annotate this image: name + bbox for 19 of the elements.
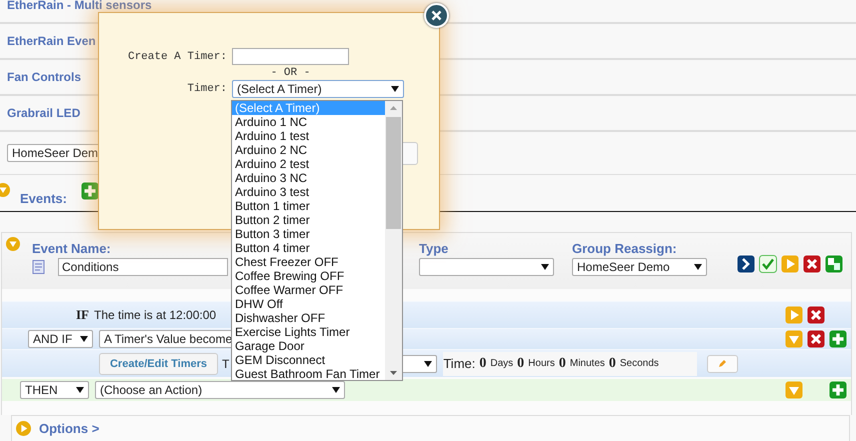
time-value: 0 — [608, 356, 616, 372]
field-label: Create A Timer: — [126, 50, 227, 62]
timer-label: T — [222, 356, 230, 370]
field-label: Event Name: — [32, 241, 112, 256]
time-unit: Days — [490, 358, 514, 369]
field-label: Type — [419, 241, 450, 256]
time-value: 0 — [558, 356, 566, 372]
field-label: Timer: — [186, 83, 227, 95]
trigger-text: The time is at 12:00:00 — [94, 308, 216, 322]
separator-text: - OR - — [270, 67, 312, 79]
time-unit: Minutes — [570, 358, 605, 369]
time-unit: Seconds — [620, 358, 659, 369]
if-keyword: IF — [76, 307, 89, 323]
time-label: Time: — [443, 356, 476, 371]
time-value: 0 — [517, 356, 524, 372]
field-label: Group Reassign: — [572, 241, 678, 256]
time-unit: Hours — [528, 358, 555, 369]
time-value: 0 — [479, 356, 486, 372]
events-heading: Events: — [20, 190, 67, 206]
